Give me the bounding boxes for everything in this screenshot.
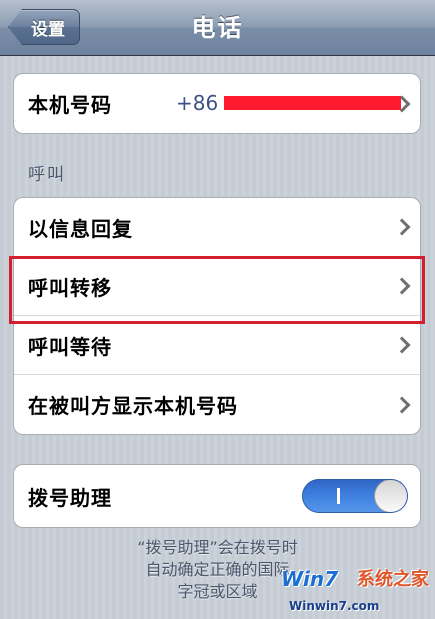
footer-line: 自动确定正确的国际 xyxy=(145,560,290,579)
redaction-bar xyxy=(224,96,401,110)
page-title: 电话 xyxy=(191,14,244,42)
navigation-bar: 设置 电话 xyxy=(0,0,435,56)
footer-line: “拨号助理”会在拨号时 xyxy=(137,538,298,557)
cell-label: 在被叫方显示本机号码 xyxy=(28,394,238,418)
my-number-group: 本机号码 +86 xyxy=(13,73,421,134)
my-number-cell[interactable]: 本机号码 +86 xyxy=(14,74,420,133)
cell-label: 拨号助理 xyxy=(28,485,112,510)
dial-assist-footer-note: “拨号助理”会在拨号时 自动确定正确的国际 字冠或区域 xyxy=(40,537,395,603)
cell-call-waiting[interactable]: 呼叫等待 xyxy=(14,316,420,375)
cell-label: 呼叫转移 xyxy=(28,275,112,300)
footer-line: 字冠或区域 xyxy=(177,582,258,601)
cell-show-my-caller-id[interactable]: 在被叫方显示本机号码 xyxy=(14,375,420,434)
cell-label: 呼叫等待 xyxy=(28,334,112,359)
chevron-right-icon xyxy=(393,336,411,354)
cell-dial-assist: 拨号助理 xyxy=(14,465,420,527)
dial-assist-toggle[interactable] xyxy=(302,479,408,513)
dial-assist-group: 拨号助理 xyxy=(13,464,421,528)
toggle-knob[interactable] xyxy=(374,480,407,512)
toggle-on-icon xyxy=(337,488,340,504)
chevron-right-icon xyxy=(393,218,411,236)
cell-call-forwarding[interactable]: 呼叫转移 xyxy=(14,257,420,316)
section-header-calls: 呼叫 xyxy=(28,165,66,185)
my-number-label: 本机号码 xyxy=(28,93,112,117)
chevron-right-icon xyxy=(393,396,411,413)
chevron-right-icon xyxy=(393,277,411,295)
calls-group: 以信息回复 呼叫转移 呼叫等待 在被叫方显示本机号码 xyxy=(13,197,421,435)
cell-label: 以信息回复 xyxy=(28,216,133,241)
my-number-value: +86 xyxy=(176,91,219,115)
cell-respond-with-text[interactable]: 以信息回复 xyxy=(14,198,420,257)
